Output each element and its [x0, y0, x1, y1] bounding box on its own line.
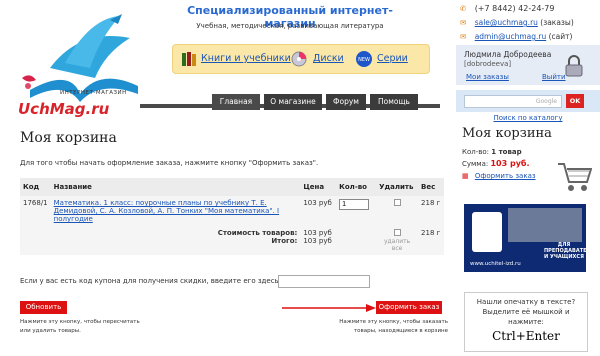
grand-total-label: Итого: [271, 237, 298, 245]
banner-url: www.uchitel-izd.ru [470, 261, 521, 267]
side-cart-qty-value: 1 товар [491, 148, 522, 156]
col-qty: Кол-во [336, 178, 377, 196]
tab-forum[interactable]: Форум [326, 94, 366, 110]
phone-number: (+7 8442) 42-24-79 [474, 4, 555, 13]
banner-photo [508, 208, 582, 242]
total-weight: 218 г [418, 226, 444, 255]
cart-instructions: Для того чтобы начать оформление заказа,… [20, 159, 319, 167]
publisher-logo [472, 212, 502, 252]
mail-icon: ✉ [460, 18, 467, 27]
search-bar: Google OK [456, 90, 600, 112]
checkout-button[interactable]: Оформить заказ [376, 301, 442, 314]
user-login: [dobrodeeva] [464, 60, 512, 68]
item-price: 103 руб [300, 196, 337, 226]
email-orders-note: (заказы) [540, 18, 574, 27]
checkout-note-line-2: товары, находящиеся в корзине [353, 328, 448, 334]
nav-link-series[interactable]: Серии [377, 53, 408, 64]
email-admin-note: (сайт) [548, 32, 573, 41]
disc-icon [291, 51, 307, 67]
typo-report-box: Нашли опечатку в тексте? Выделите её мыш… [464, 292, 588, 352]
email-admin-row: ✉ admin@uchmag.ru (сайт) [460, 32, 572, 41]
nav-link-books[interactable]: Книги и учебники [201, 53, 291, 64]
side-cart-qty-label: Кол-во: [462, 148, 490, 156]
checkout-note-line-1: Нажмите эту кнопку, чтобы заказать [339, 319, 448, 325]
quantity-input[interactable] [339, 199, 370, 210]
books-icon [181, 51, 197, 67]
main-menu: Главная О магазине Форум Помощь [140, 94, 440, 110]
search-input[interactable]: Google [464, 95, 562, 108]
delete-all-checkbox[interactable] [393, 229, 401, 236]
publisher-banner[interactable]: ДЛЯ ПРЕПОДАВАТЕЛЕЙ И УЧАЩИХСЯ www.uchite… [464, 204, 599, 272]
grand-total-value: 103 руб [303, 237, 332, 245]
side-cart-sum-label: Сумма: [462, 160, 489, 168]
col-name: Название [50, 178, 301, 196]
email-admin-link[interactable]: admin@uchmag.ru [475, 32, 547, 41]
goods-total-label: Стоимость товаров: [217, 229, 298, 237]
lock-icon [565, 55, 583, 77]
catalog-search: Поиск по каталогу [456, 114, 600, 122]
delete-checkbox[interactable] [393, 199, 401, 206]
update-note-line-1: Нажмите эту кнопку, чтобы пересчитать [20, 319, 140, 325]
phone-row: ✆ (+7 8442) 42-24-79 [460, 4, 554, 13]
checkout-note: Нажмите эту кнопку, чтобы заказать товар… [336, 318, 448, 336]
item-weight: 218 г [418, 196, 444, 226]
table-row: 1768/1 Математика. 1 класс: поурочные пл… [20, 196, 444, 226]
banner-label: ДЛЯ ПРЕПОДАВАТЕЛЕЙ И УЧАЩИХСЯ [544, 242, 599, 260]
typo-shortcut: Ctrl+Enter [492, 329, 560, 343]
col-code: Код [20, 178, 51, 196]
update-note: Нажмите эту кнопку, чтобы пересчитать ил… [20, 318, 140, 336]
side-checkout-link[interactable]: Оформить заказ [475, 172, 536, 180]
catalog-search-link[interactable]: Поиск по каталогу [494, 114, 563, 122]
logo-tagline: ИНТЕРНЕТ-МАГАЗИН [60, 90, 127, 96]
user-name: Людмила Добродеева [464, 50, 552, 59]
site-subtitle: Учебная, методическая, развивающая литер… [196, 22, 384, 30]
mail-icon: ✉ [460, 32, 467, 41]
typo-line-2: Выделите её мышкой и нажмите: [482, 308, 570, 326]
logo-text[interactable]: UchMag.ru [18, 100, 109, 118]
new-badge-icon: NEW [355, 50, 373, 68]
delete-all-label: удалить все [383, 238, 411, 252]
my-orders-link[interactable]: Мои заказы [466, 73, 509, 81]
col-weight: Вес [418, 178, 444, 196]
phone-icon: ✆ [460, 4, 467, 13]
typo-line-1: Нашли опечатку в тексте? [476, 298, 576, 306]
col-delete: Удалить [376, 178, 419, 196]
shopping-cart-icon[interactable] [556, 158, 592, 194]
tab-home[interactable]: Главная [212, 94, 260, 110]
update-note-line-2: или удалить товары. [20, 328, 81, 334]
email-orders-row: ✉ sale@uchmag.ru (заказы) [460, 18, 574, 27]
totals-row: Стоимость товаров: Итого: 103 руб 103 руб … [20, 226, 444, 255]
coupon-input[interactable] [278, 275, 370, 288]
email-orders-link[interactable]: sale@uchmag.ru [475, 18, 538, 27]
logout-link[interactable]: Выйти [542, 73, 566, 81]
side-cart-sum-value: 103 руб. [490, 159, 530, 168]
table-header-row: Код Название Цена Кол-во Удалить Вес [20, 178, 444, 196]
search-button[interactable]: OK [566, 94, 584, 108]
tab-about[interactable]: О магазине [264, 94, 322, 110]
tab-help[interactable]: Помощь [370, 94, 418, 110]
item-code: 1768/1 [20, 196, 51, 226]
side-cart-title: Моя корзина [462, 126, 552, 141]
col-price: Цена [300, 178, 337, 196]
nav-link-discs[interactable]: Диски [313, 53, 344, 64]
goods-total-value: 103 руб [303, 229, 332, 237]
category-nav: Книги и учебники Диски NEW Серии [172, 44, 430, 74]
update-button[interactable]: Обновить [20, 301, 67, 314]
svg-text:NEW: NEW [358, 57, 370, 63]
page-title: Моя корзина [20, 130, 117, 146]
side-cart-summary: Кол-во: 1 товар Сумма: 103 руб. ▦ Оформи… [462, 146, 536, 182]
cart-table: Код Название Цена Кол-во Удалить Вес 176… [20, 178, 444, 255]
item-name-link[interactable]: Математика. 1 класс: поурочные планы по … [54, 199, 279, 223]
checkout-icon: ▦ [462, 172, 469, 180]
coupon-label: Если у вас есть код купона для получения… [20, 277, 282, 285]
arrow-icon [282, 304, 376, 312]
